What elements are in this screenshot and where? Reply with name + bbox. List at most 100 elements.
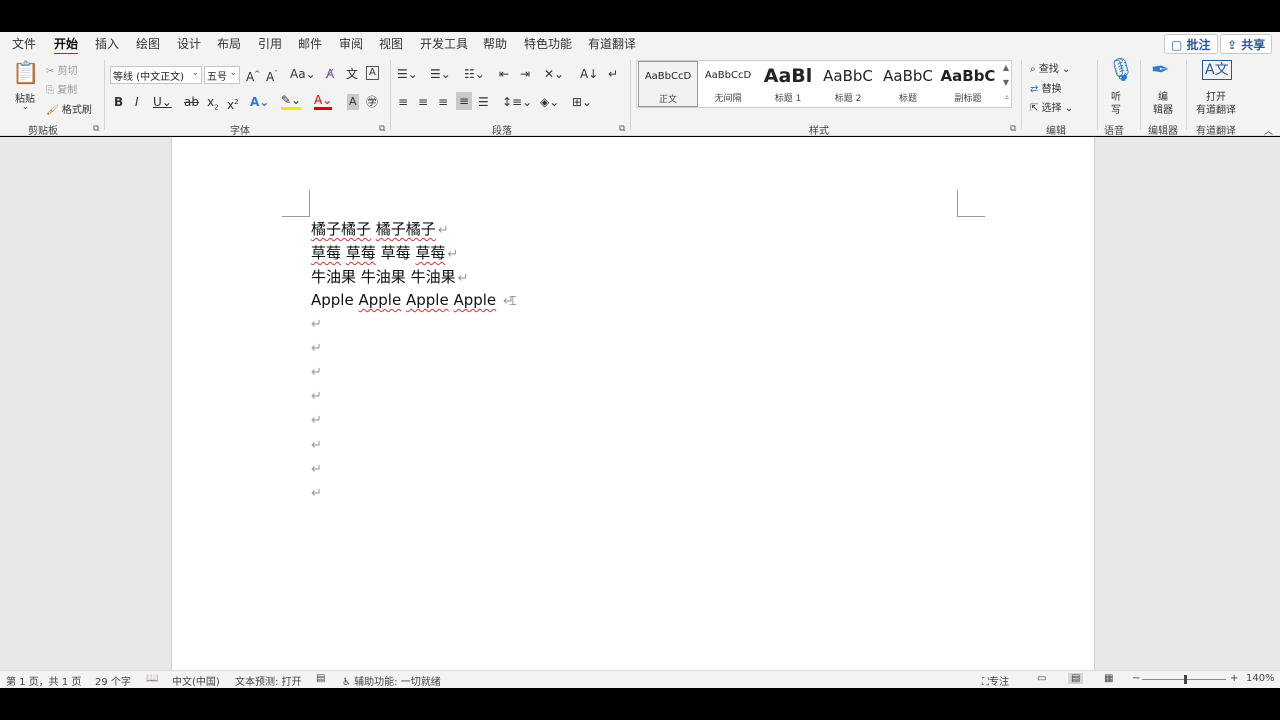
justify-icon[interactable]: ≡: [456, 92, 473, 110]
font-name-select[interactable]: 等线 (中文正文) ⌄: [110, 66, 202, 84]
borders-icon[interactable]: ⊞⌄: [572, 94, 592, 110]
text-effects-icon[interactable]: A⌄: [250, 94, 269, 110]
translate-icon[interactable]: A文: [1202, 60, 1232, 80]
tab-developer[interactable]: 开发工具: [420, 35, 468, 52]
format-painter-button[interactable]: 🖌 格式刷: [46, 101, 92, 116]
tab-references[interactable]: 引用: [258, 35, 282, 52]
zoom-out-icon[interactable]: −: [1132, 673, 1140, 684]
style-heading-2[interactable]: AaBbC 标题 2: [818, 61, 878, 107]
tab-youdao[interactable]: 有道翻译: [588, 35, 636, 52]
zoom-slider-thumb[interactable]: [1184, 675, 1187, 684]
character-shading-icon[interactable]: A: [347, 94, 359, 110]
empty-paragraph-mark[interactable]: ↵: [311, 438, 322, 453]
tab-design[interactable]: 设计: [177, 35, 201, 52]
style-title[interactable]: AaBbC 标题: [878, 61, 938, 107]
paragraph-1[interactable]: 橘子橘子 橘子橘子 ↵: [311, 218, 449, 239]
paste-dropdown-icon[interactable]: ⌄: [22, 102, 29, 111]
tab-features[interactable]: 特色功能: [524, 35, 572, 52]
increase-indent-icon[interactable]: ⇥: [520, 66, 530, 82]
phonetic-guide-icon[interactable]: 文: [346, 66, 358, 82]
clipboard-launcher-icon[interactable]: ⧉: [93, 124, 99, 134]
distributed-icon[interactable]: ☰: [478, 94, 489, 110]
paragraph-launcher-icon[interactable]: ⧉: [619, 124, 625, 134]
numbering-icon[interactable]: ☰⌄: [430, 66, 451, 82]
underline-icon[interactable]: U⌄: [153, 94, 172, 110]
clear-formatting-icon[interactable]: A̸: [326, 66, 334, 82]
paragraph-2[interactable]: 草莓 草莓 草莓 草莓 ↵: [311, 242, 458, 263]
change-case-icon[interactable]: Aa⌄: [290, 66, 316, 82]
web-layout-icon[interactable]: ▦: [1104, 673, 1113, 684]
text-prediction-status[interactable]: 文本预测: 打开: [235, 673, 302, 688]
empty-paragraph-mark[interactable]: ↵: [311, 462, 322, 477]
zoom-in-icon[interactable]: +: [1230, 673, 1238, 684]
copy-button[interactable]: ⎘ 复制: [46, 81, 77, 96]
cut-button[interactable]: ✂ 剪切: [46, 62, 78, 77]
styles-scroll-up-icon[interactable]: ▲: [1003, 63, 1009, 72]
enclose-characters-icon[interactable]: ㊫: [366, 94, 378, 110]
empty-paragraph-mark[interactable]: ↵: [311, 486, 322, 501]
document-page[interactable]: 橘子橘子 橘子橘子 ↵ 草莓 草莓 草莓 草莓 ↵ 牛油果 牛油果 牛油果 ↵ App…: [171, 137, 1095, 670]
zoom-level[interactable]: 140%: [1246, 673, 1275, 684]
tab-review[interactable]: 审阅: [339, 35, 363, 52]
styles-more-icon[interactable]: ⩡: [1004, 93, 1009, 103]
bullets-icon[interactable]: ☰⌄: [397, 66, 418, 82]
collapse-ribbon-icon[interactable]: ︿: [1264, 124, 1273, 137]
superscript-icon[interactable]: x2: [227, 94, 239, 113]
read-mode-icon[interactable]: ▭: [1037, 673, 1046, 684]
styles-scroll-down-icon[interactable]: ▼: [1003, 78, 1009, 87]
strikethrough-icon[interactable]: ab: [184, 94, 199, 110]
subscript-icon[interactable]: x2: [207, 94, 219, 115]
page-count[interactable]: 第 1 页，共 1 页: [6, 673, 81, 688]
paragraph-3[interactable]: 牛油果 牛油果 牛油果 ↵: [311, 266, 469, 287]
tab-draw[interactable]: 绘图: [136, 35, 160, 52]
chinese-layout-icon[interactable]: ✕⌄: [544, 66, 564, 82]
find-button[interactable]: ⌕ 查找 ⌄: [1030, 60, 1070, 75]
style-heading-1[interactable]: AaBl 标题 1: [758, 61, 818, 107]
empty-paragraph-mark[interactable]: ↵: [311, 365, 322, 380]
language-indicator[interactable]: 中文(中国): [172, 673, 220, 688]
microphone-icon[interactable]: 🎙: [1107, 58, 1135, 84]
grow-font-icon[interactable]: A^: [246, 66, 260, 85]
print-layout-icon[interactable]: ▤: [1068, 673, 1084, 684]
comments-button[interactable]: ▢ 批注: [1164, 34, 1218, 54]
align-left-icon[interactable]: ≡: [398, 94, 408, 110]
highlight-icon[interactable]: ✎⌄: [281, 94, 302, 110]
tab-mailings[interactable]: 邮件: [298, 35, 322, 52]
document-canvas[interactable]: 橘子橘子 橘子橘子 ↵ 草莓 草莓 草莓 草莓 ↵ 牛油果 牛油果 牛油果 ↵ App…: [0, 137, 1280, 670]
proofing-icon[interactable]: 📖: [146, 673, 158, 684]
paragraph-4[interactable]: Apple Apple Apple Apple ↵: [311, 291, 514, 309]
empty-paragraph-mark[interactable]: ↵: [311, 317, 322, 332]
character-border-icon[interactable]: A: [366, 66, 379, 80]
tab-view[interactable]: 视图: [379, 35, 403, 52]
editor-pen-icon[interactable]: ✒: [1151, 58, 1169, 84]
macro-record-icon[interactable]: ▤: [316, 673, 325, 684]
word-count[interactable]: 29 个字: [95, 673, 131, 688]
shrink-font-icon[interactable]: Aˇ: [266, 66, 278, 85]
line-spacing-icon[interactable]: ↕≡⌄: [502, 94, 532, 110]
empty-paragraph-mark[interactable]: ↵: [311, 389, 322, 404]
accessibility-status[interactable]: ♿ 辅助功能: 一切就绪: [342, 673, 441, 688]
align-right-icon[interactable]: ≡: [438, 94, 448, 110]
bold-icon[interactable]: B: [114, 94, 123, 110]
style-normal[interactable]: AaBbCcD 正文: [638, 61, 698, 107]
font-size-select[interactable]: 五号 ⌄: [204, 66, 240, 84]
tab-help[interactable]: 帮助: [483, 35, 507, 52]
decrease-indent-icon[interactable]: ⇤: [499, 66, 509, 82]
style-subtitle[interactable]: AaBbC 副标题: [938, 61, 998, 107]
tab-file[interactable]: 文件: [12, 35, 36, 52]
show-marks-icon[interactable]: ↵: [608, 66, 618, 82]
replace-button[interactable]: ⇄ 替换: [1030, 80, 1062, 95]
share-button[interactable]: ⇪ 共享: [1220, 34, 1273, 54]
sort-icon[interactable]: A↓: [580, 66, 598, 82]
select-button[interactable]: ⇱ 选择 ⌄: [1030, 99, 1073, 114]
styles-launcher-icon[interactable]: ⧉: [1010, 124, 1016, 134]
multilevel-list-icon[interactable]: ☷⌄: [464, 66, 485, 82]
font-color-icon[interactable]: A⌄: [314, 94, 333, 110]
style-no-spacing[interactable]: AaBbCcD 无间隔: [698, 61, 758, 107]
align-center-icon[interactable]: ≡: [418, 94, 428, 110]
empty-paragraph-mark[interactable]: ↵: [311, 413, 322, 428]
tab-layout[interactable]: 布局: [217, 35, 241, 52]
font-launcher-icon[interactable]: ⧉: [379, 124, 385, 134]
tab-insert[interactable]: 插入: [95, 35, 119, 52]
italic-icon[interactable]: I: [135, 94, 139, 110]
